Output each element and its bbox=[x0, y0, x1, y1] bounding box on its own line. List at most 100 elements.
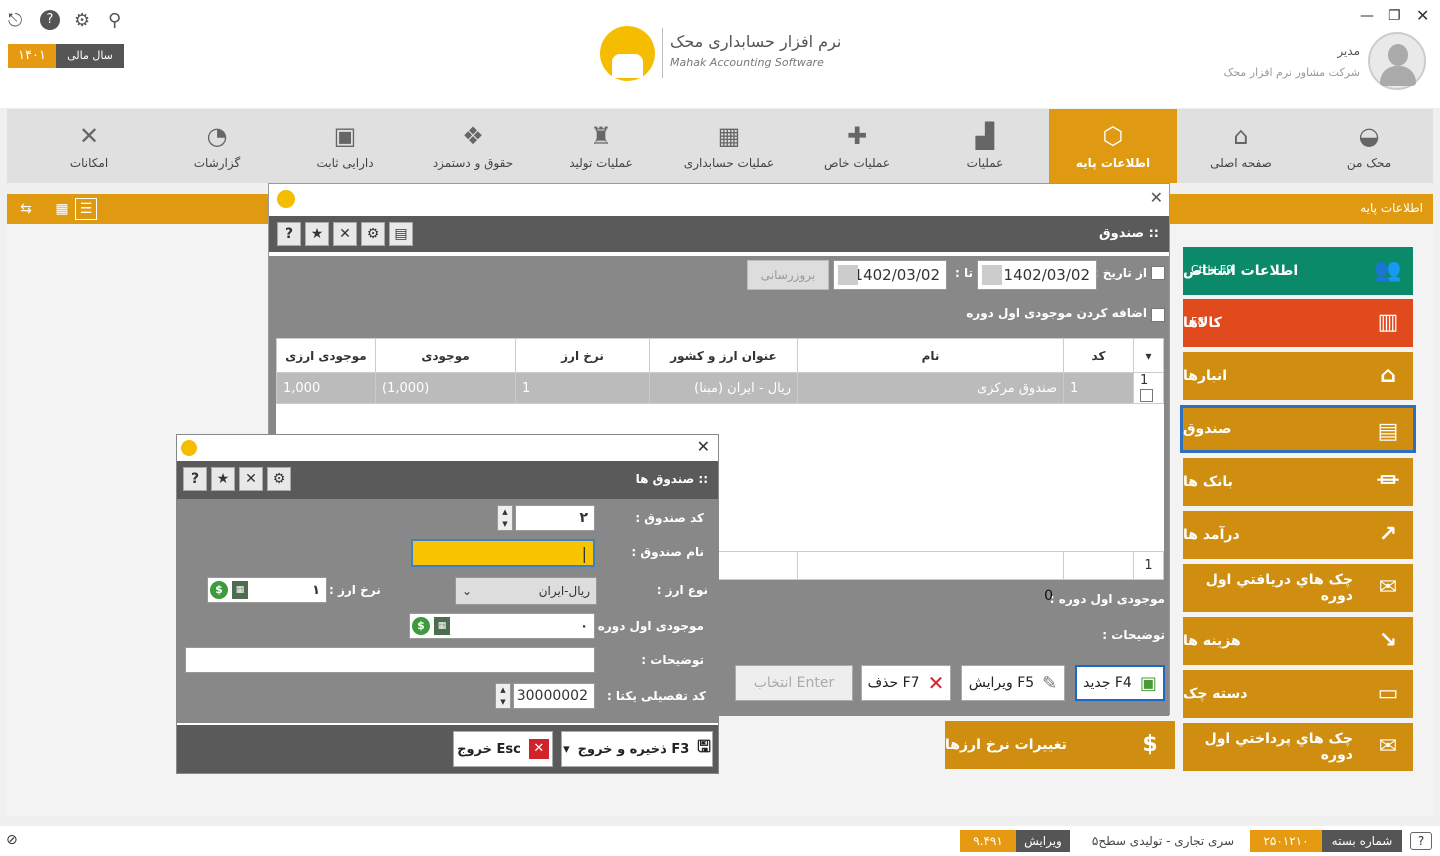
code-stepper[interactable]: ▲ ▼ bbox=[497, 505, 513, 531]
gear-icon[interactable]: ⚙ bbox=[267, 467, 291, 491]
menu-currency-rate-changes[interactable]: تغییرات نرخ ارزها $ bbox=[945, 721, 1175, 769]
help-icon[interactable]: ? bbox=[1410, 832, 1432, 850]
col-currency[interactable]: عنوان ارز و کشور bbox=[649, 338, 798, 373]
menu-item-7[interactable]: هزینه ها ↘ bbox=[1183, 617, 1413, 665]
nav-item-1[interactable]: ⌂ صفحه اصلی bbox=[1177, 109, 1305, 183]
menu-item-label: دسته چک bbox=[1183, 686, 1248, 702]
notes-input[interactable] bbox=[185, 647, 595, 673]
col-code[interactable]: کد bbox=[1063, 338, 1134, 373]
nav-item-label: امکانات bbox=[69, 156, 109, 170]
nav-item-3[interactable]: ▟ عملیات bbox=[921, 109, 1049, 183]
menu-item-3[interactable]: صندوق ▤ bbox=[1180, 405, 1416, 453]
nav-item-0[interactable]: ◒ محک من bbox=[1305, 109, 1433, 183]
unique-code-stepper[interactable]: ▲ ▼ bbox=[495, 683, 511, 709]
network-icon[interactable]: ⊘ bbox=[6, 832, 18, 848]
edit-button[interactable]: ویرایش F5 ✎ bbox=[961, 665, 1065, 701]
nav-item-8[interactable]: ▣ دارایی ثابت bbox=[281, 109, 409, 183]
cell-code: 1 bbox=[1063, 372, 1134, 404]
code-input[interactable]: ۲ bbox=[515, 505, 595, 531]
restore-icon[interactable]: ❐ bbox=[1388, 8, 1401, 24]
table-row[interactable]: 1 1 صندوق مرکزی ریال - ایران (مبنا) 1 (1… bbox=[276, 372, 1164, 404]
opening-input[interactable]: ۰ $ ▦ bbox=[409, 613, 595, 639]
list-view-icon[interactable]: ☰ bbox=[75, 198, 97, 220]
rate-value: ۱ bbox=[312, 582, 320, 598]
col-fx-balance[interactable]: موجودی ارزی bbox=[276, 338, 376, 373]
to-date-input[interactable]: 1402/03/02 bbox=[833, 260, 947, 290]
nav-item-5[interactable]: ▦ عملیات حسابداری bbox=[665, 109, 793, 183]
nav-item-2[interactable]: ⬡ اطلاعات پایه bbox=[1049, 109, 1177, 183]
unique-code-input[interactable]: 30000002 bbox=[513, 683, 595, 709]
nav-item-4[interactable]: ✚ عملیات خاص bbox=[793, 109, 921, 183]
tile-view-icon[interactable]: ▦ bbox=[51, 198, 73, 220]
select-button[interactable]: انتخاب Enter bbox=[735, 665, 853, 701]
close-icon[interactable]: ✕ bbox=[1416, 6, 1429, 25]
help-icon[interactable]: ? bbox=[183, 467, 207, 491]
calendar-icon[interactable] bbox=[838, 265, 858, 285]
cashbox-edit-dialog: ✕ ? ★ ✕ ⚙ :: صندوق ها کد صندوق : ۲ ▲ ▼ نا… bbox=[176, 434, 719, 774]
search-icon[interactable]: ⚲ bbox=[108, 10, 121, 31]
warehouse-icon: ⌂ bbox=[1380, 363, 1396, 388]
col-name[interactable]: نام bbox=[797, 338, 1064, 373]
close-icon[interactable]: ✕ bbox=[1150, 188, 1163, 207]
name-input[interactable]: | bbox=[411, 539, 595, 567]
nav-item-10[interactable]: ✕ امکانات bbox=[25, 109, 153, 183]
currency-select[interactable]: ⌄ ریال-ایران bbox=[455, 577, 597, 605]
user-company: شرکت مشاور نرم افزار محک bbox=[1223, 66, 1360, 79]
add-opening-checkbox[interactable] bbox=[1151, 308, 1165, 322]
row-checkbox[interactable] bbox=[1140, 389, 1153, 402]
close-icon[interactable]: ✕ bbox=[697, 437, 710, 456]
collapse-icon[interactable]: ⇆ bbox=[15, 198, 37, 220]
col-balance[interactable]: موجودی bbox=[375, 338, 516, 373]
menu-item-0[interactable]: اطلاعات اشخاص 👥 Ctrl+F9 bbox=[1183, 247, 1413, 295]
table-header: ▾ کد نام عنوان ارز و کشور نرخ ارز موجودی… bbox=[276, 338, 1164, 373]
exit-button[interactable]: خروج Esc ✕ bbox=[453, 731, 553, 767]
currency-icon[interactable]: $ bbox=[412, 617, 430, 635]
gear-icon[interactable]: ⚙ bbox=[74, 10, 90, 31]
refresh-button[interactable]: بروزرسانی bbox=[747, 260, 829, 290]
delete-button[interactable]: حذف F7 ✕ bbox=[861, 665, 951, 701]
calculator-icon[interactable]: ▦ bbox=[434, 617, 450, 635]
help-icon[interactable]: ? bbox=[40, 10, 60, 30]
menu-item-2[interactable]: انبارها ⌂ bbox=[1183, 352, 1413, 400]
from-date-checkbox[interactable] bbox=[1151, 266, 1165, 280]
avatar[interactable] bbox=[1368, 32, 1426, 90]
minimize-icon[interactable]: — bbox=[1360, 8, 1374, 24]
rate-label: نرخ ارز : bbox=[329, 583, 381, 597]
row-toggle-header[interactable]: ▾ bbox=[1133, 338, 1164, 373]
nav-item-9[interactable]: ◔ گزارشات bbox=[153, 109, 281, 183]
currency-icon[interactable]: $ bbox=[210, 581, 228, 599]
menu-item-9[interactable]: چک هاي پرداختي اول دوره ✉ bbox=[1183, 723, 1413, 771]
menu-item-4[interactable]: بانک ها ⏛ bbox=[1183, 458, 1413, 506]
logo-subtitle: Mahak Accounting Software bbox=[670, 56, 824, 69]
tools-icon[interactable]: ✕ bbox=[333, 222, 357, 246]
col-rate[interactable]: نرخ ارز bbox=[515, 338, 650, 373]
star-icon[interactable]: ★ bbox=[211, 467, 235, 491]
chart-icon[interactable]: ▤ bbox=[389, 222, 413, 246]
help-icon[interactable]: ? bbox=[277, 222, 301, 246]
rate-input[interactable]: ۱ $ ▦ bbox=[207, 577, 327, 603]
logout-icon[interactable]: ⎋ bbox=[8, 10, 22, 31]
new-button[interactable]: جدید F4 ▣ bbox=[1075, 665, 1165, 701]
goods-icon: ▥ bbox=[1377, 310, 1399, 335]
cube-icon: ⬡ bbox=[1102, 122, 1124, 150]
menu-item-1[interactable]: کالاها ▥ F8 bbox=[1183, 299, 1413, 347]
from-date-input[interactable]: 1402/03/02 bbox=[977, 260, 1097, 290]
nav-item-6[interactable]: ♜ عملیات تولید bbox=[537, 109, 665, 183]
tools-icon[interactable]: ✕ bbox=[239, 467, 263, 491]
menu-item-8[interactable]: دسته چک ▭ bbox=[1183, 670, 1413, 718]
gear-icon[interactable]: ⚙ bbox=[361, 222, 385, 246]
logo-title: نرم افزار حسابداری محک bbox=[670, 32, 842, 51]
calculator-icon[interactable]: ▦ bbox=[232, 581, 248, 599]
nav-item-7[interactable]: ❖ حقوق و دستمزد bbox=[409, 109, 537, 183]
fiscal-year-badge[interactable]: ۱۴۰۱ سال مالی bbox=[8, 44, 124, 68]
nav-item-label: عملیات حسابداری bbox=[683, 156, 775, 170]
calendar-icon[interactable] bbox=[982, 265, 1002, 285]
code-value: ۲ bbox=[579, 510, 588, 526]
dropdown-arrow-icon[interactable]: ▾ bbox=[563, 742, 570, 757]
menu-item-6[interactable]: چک هاي دريافتي اول دوره ✉ bbox=[1183, 564, 1413, 612]
salary-icon: ❖ bbox=[462, 122, 484, 150]
menu-item-5[interactable]: درآمد ها ↗ bbox=[1183, 511, 1413, 559]
menu-item-label: چک هاي پرداختي اول دوره bbox=[1204, 731, 1353, 763]
star-icon[interactable]: ★ bbox=[305, 222, 329, 246]
save-exit-button[interactable]: ▾ ذخیره و خروج F3 🖫 bbox=[561, 731, 713, 767]
